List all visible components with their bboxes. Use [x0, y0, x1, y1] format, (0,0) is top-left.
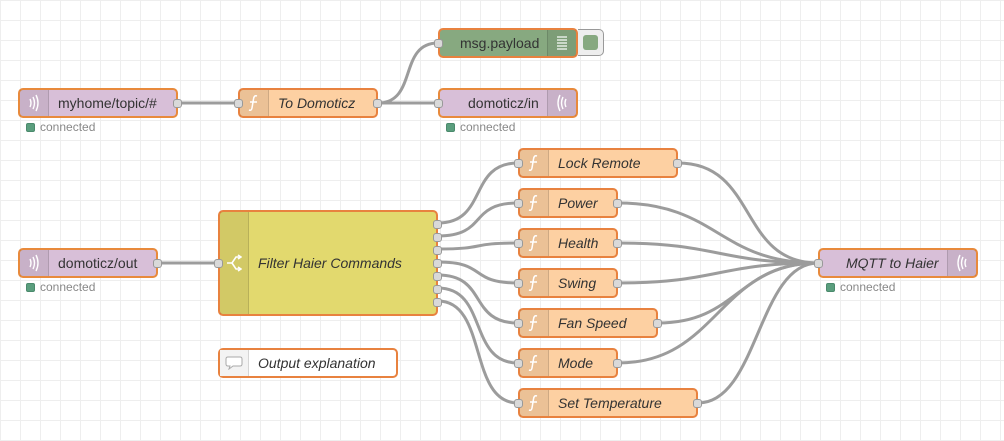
comment-node-output-explanation[interactable]: Output explanation: [218, 348, 398, 378]
wire[interactable]: [697, 261, 819, 405]
output-port[interactable]: [433, 285, 442, 294]
flow-wires: [158, 41, 819, 405]
status-dot-icon: [26, 122, 35, 132]
function-icon: [520, 310, 549, 336]
function-node-mode[interactable]: Mode: [514, 348, 622, 378]
wire[interactable]: [437, 299, 519, 405]
input-port[interactable]: [514, 359, 523, 368]
input-port[interactable]: [514, 159, 523, 168]
wire[interactable]: [437, 241, 519, 251]
function-icon: [520, 350, 549, 376]
node-label: Lock Remote: [558, 155, 641, 171]
mqtt-out-node-mqtt-to-haier[interactable]: MQTT to Haier: [814, 248, 978, 278]
status-text: connected: [40, 120, 96, 134]
debug-toggle-icon: [583, 35, 598, 50]
input-port[interactable]: [434, 99, 443, 108]
status-text: connected: [40, 280, 96, 294]
function-node-to-domoticz[interactable]: To Domoticz: [234, 88, 382, 118]
function-node-swing[interactable]: Swing: [514, 268, 622, 298]
node-label: domoticz/in: [468, 95, 539, 111]
node-label: Fan Speed: [558, 315, 627, 331]
output-port[interactable]: [433, 233, 442, 242]
node-label: Mode: [558, 355, 594, 371]
mqtt-wave-icon: [20, 250, 49, 276]
node-label: Health: [558, 235, 599, 251]
input-port[interactable]: [214, 259, 223, 268]
wire[interactable]: [437, 260, 519, 285]
function-node-fan-speed[interactable]: Fan Speed: [514, 308, 662, 338]
output-port[interactable]: [613, 359, 622, 368]
output-port[interactable]: [433, 272, 442, 281]
mqtt-in-node-myhome-topic[interactable]: myhome/topic/#: [18, 88, 182, 118]
node-label: Filter Haier Commands: [258, 255, 402, 271]
output-port[interactable]: [173, 99, 182, 108]
node-status: connected: [26, 120, 95, 134]
function-icon: [520, 150, 549, 176]
output-port[interactable]: [153, 259, 162, 268]
node-label: Output explanation: [258, 355, 376, 371]
node-label: myhome/topic/#: [58, 95, 157, 111]
wire[interactable]: [437, 161, 519, 225]
node-label: Swing: [558, 275, 597, 291]
function-node-set-temperature[interactable]: Set Temperature: [514, 388, 702, 418]
function-icon: [520, 230, 549, 256]
list-icon: [547, 30, 576, 56]
output-port[interactable]: [373, 99, 382, 108]
node-label: To Domoticz: [278, 95, 356, 111]
input-port[interactable]: [514, 199, 523, 208]
node-label: Set Temperature: [558, 395, 662, 411]
debug-node-msg-payload[interactable]: msg.payload: [434, 28, 578, 58]
output-port[interactable]: [613, 279, 622, 288]
node-status: connected: [826, 280, 895, 294]
mqtt-wave-icon: [547, 90, 576, 116]
input-port[interactable]: [514, 399, 523, 408]
status-text: connected: [840, 280, 896, 294]
node-status: connected: [446, 120, 515, 134]
mqtt-in-node-domoticz-out[interactable]: domoticz/out: [18, 248, 162, 278]
output-port[interactable]: [693, 399, 702, 408]
node-label: domoticz/out: [58, 255, 138, 271]
status-dot-icon: [446, 122, 455, 132]
node-label: msg.payload: [460, 35, 540, 51]
switch-icon: [220, 212, 249, 314]
function-icon: [520, 270, 549, 296]
node-label: MQTT to Haier: [846, 255, 939, 271]
mqtt-wave-icon: [947, 250, 976, 276]
input-port[interactable]: [434, 39, 443, 48]
function-icon: [520, 390, 549, 416]
status-dot-icon: [826, 282, 835, 292]
output-port[interactable]: [433, 220, 442, 229]
status-text: connected: [460, 120, 516, 134]
mqtt-out-node-domoticz-in[interactable]: domoticz/in: [434, 88, 578, 118]
debug-toggle-button[interactable]: [578, 29, 604, 56]
output-port[interactable]: [433, 259, 442, 268]
function-icon: [520, 190, 549, 216]
wire[interactable]: [437, 201, 519, 238]
mqtt-wave-icon: [20, 90, 49, 116]
output-port[interactable]: [653, 319, 662, 328]
switch-node-filter-haier-commands[interactable]: Filter Haier Commands: [214, 210, 442, 316]
input-port[interactable]: [234, 99, 243, 108]
node-label: Power: [558, 195, 598, 211]
output-port[interactable]: [433, 298, 442, 307]
function-node-lock-remote[interactable]: Lock Remote: [514, 148, 682, 178]
output-port[interactable]: [613, 239, 622, 248]
function-icon: [240, 90, 269, 116]
node-status: connected: [26, 280, 95, 294]
output-port[interactable]: [433, 246, 442, 255]
input-port[interactable]: [514, 279, 523, 288]
output-port[interactable]: [673, 159, 682, 168]
comment-icon: [220, 350, 249, 376]
wire[interactable]: [377, 41, 439, 105]
input-port[interactable]: [514, 239, 523, 248]
input-port[interactable]: [814, 259, 823, 268]
output-port[interactable]: [613, 199, 622, 208]
input-port[interactable]: [514, 319, 523, 328]
function-node-health[interactable]: Health: [514, 228, 622, 258]
function-node-power[interactable]: Power: [514, 188, 622, 218]
status-dot-icon: [26, 282, 35, 292]
